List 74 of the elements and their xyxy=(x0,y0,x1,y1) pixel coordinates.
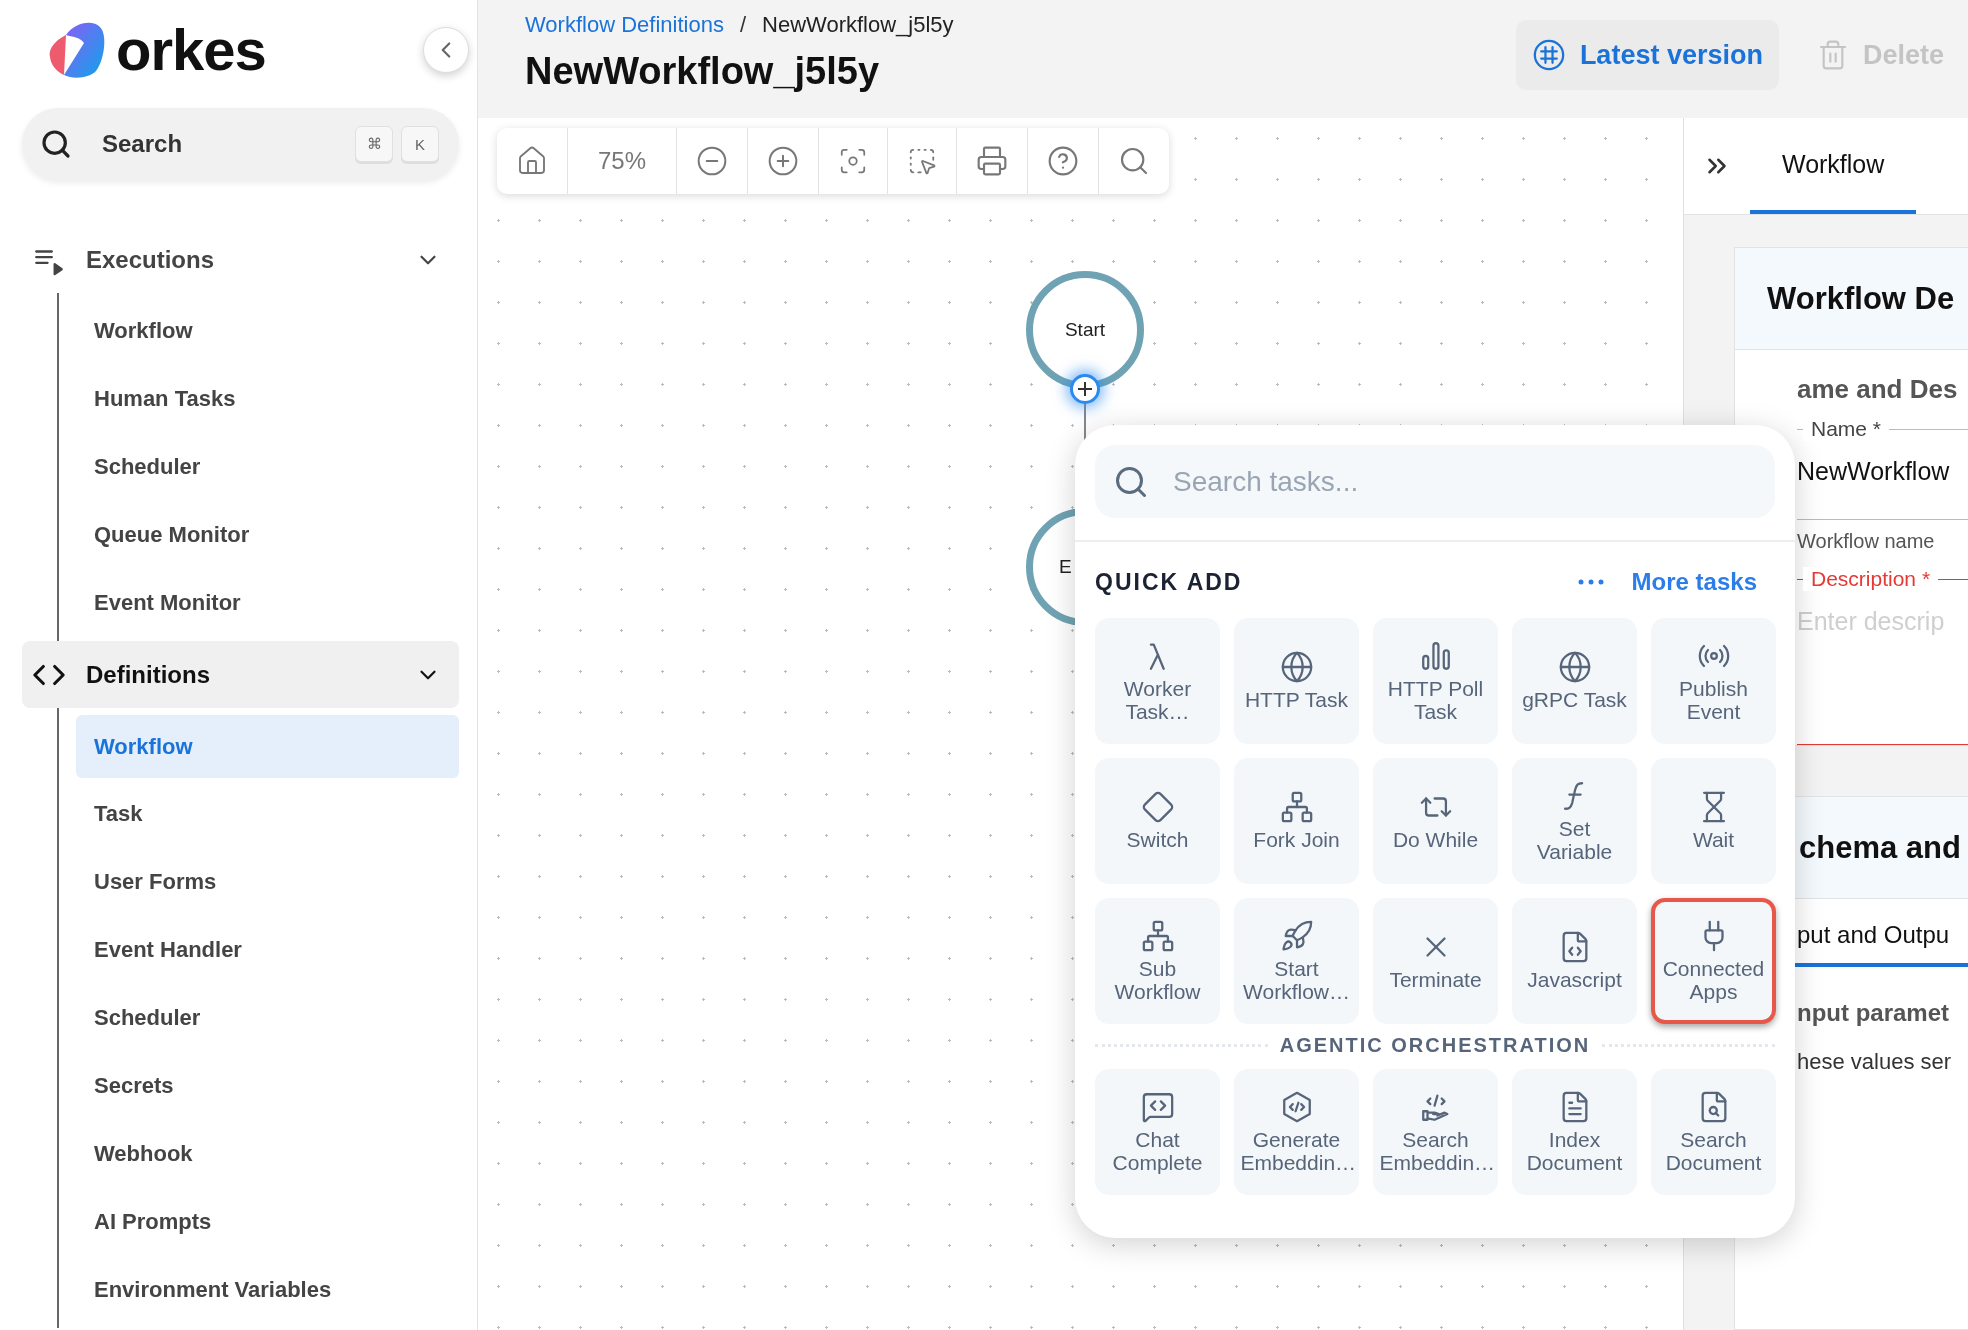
task-tile[interactable]: Connected Apps xyxy=(1651,898,1776,1024)
nav-item[interactable]: Workflow xyxy=(59,297,459,365)
nav-item[interactable]: Webhook xyxy=(59,1120,459,1188)
search-icon xyxy=(40,128,72,160)
more-icon xyxy=(1577,578,1604,586)
nav-item[interactable]: Task xyxy=(59,780,459,848)
nav-item[interactable]: Scheduler xyxy=(59,433,459,501)
zoom-in-icon xyxy=(767,145,800,177)
task-tile[interactable]: gRPC Task xyxy=(1512,618,1637,744)
section-title: ame and Des xyxy=(1797,374,1959,405)
task-tile[interactable]: Search Document xyxy=(1651,1069,1776,1195)
hierarchy-icon xyxy=(1140,918,1175,953)
task-tile[interactable]: Worker Task… xyxy=(1095,618,1220,744)
logo-text: orkes xyxy=(116,21,266,79)
more-tasks-link[interactable]: More tasks xyxy=(1631,568,1757,596)
globe-icon xyxy=(1279,650,1314,685)
task-tile[interactable]: Do While xyxy=(1373,758,1498,884)
task-tile[interactable]: Sub Workflow xyxy=(1095,898,1220,1024)
nav-item[interactable]: Event Monitor xyxy=(59,569,459,637)
breadcrumb-separator: / xyxy=(739,12,746,38)
task-tile[interactable]: Javascript xyxy=(1512,898,1637,1024)
card-heading: Workflow De xyxy=(1735,248,1968,350)
diamond-icon xyxy=(1140,790,1175,825)
task-tile[interactable]: Switch xyxy=(1095,758,1220,884)
section-title: QUICK ADD xyxy=(1095,568,1244,596)
start-node[interactable]: Start xyxy=(1026,271,1144,389)
task-search-bar[interactable]: Search tasks... xyxy=(1095,445,1775,518)
task-tile[interactable]: Set Variable xyxy=(1512,758,1637,884)
shortcut-key: ⌘ xyxy=(355,126,393,162)
rocket-icon xyxy=(1279,918,1314,953)
helper-text: Workflow name xyxy=(1797,530,1936,553)
nav-item[interactable]: AI Prompts xyxy=(59,1188,459,1256)
breadcrumb-link[interactable]: Workflow Definitions xyxy=(525,12,724,38)
search-input[interactable]: Search xyxy=(100,129,300,159)
page-title: NewWorkflow_j5l5y xyxy=(525,50,881,93)
task-tile[interactable]: Generate Embeddin… xyxy=(1234,1069,1359,1195)
nav-item[interactable]: Environment Variables xyxy=(59,1256,459,1324)
nav-item[interactable]: Event Handler xyxy=(59,916,459,984)
task-tile[interactable]: Terminate xyxy=(1373,898,1498,1024)
version-button[interactable]: Latest version xyxy=(1515,20,1779,90)
nav-item[interactable]: Queue Monitor xyxy=(59,501,459,569)
shortcut-key: K xyxy=(401,126,439,162)
printer-icon xyxy=(976,145,1009,177)
zoom-level[interactable]: 75% xyxy=(568,128,678,194)
nav-item[interactable]: Scheduler xyxy=(59,984,459,1052)
nav-item[interactable]: Secrets xyxy=(59,1052,459,1120)
breadcrumb-current: NewWorkflow_j5l5y xyxy=(762,12,954,38)
hash-circle-icon xyxy=(1531,38,1566,72)
task-tile[interactable]: HTTP Poll Task xyxy=(1373,618,1498,744)
nav-item[interactable]: User Forms xyxy=(59,848,459,916)
task-search-input[interactable]: Search tasks... xyxy=(1171,464,1731,499)
nav-section[interactable]: Definitions xyxy=(22,641,459,708)
hierarchy-icon xyxy=(1279,790,1314,825)
add-task-handle[interactable] xyxy=(1070,374,1100,404)
task-tile[interactable]: Search Embeddin… xyxy=(1373,1069,1498,1195)
task-tile[interactable]: Chat Complete xyxy=(1095,1069,1220,1195)
nav-item[interactable]: Workflow xyxy=(76,715,459,778)
task-tile[interactable]: Wait xyxy=(1651,758,1776,884)
task-tile[interactable]: Start Workflow… xyxy=(1234,898,1359,1024)
task-tile[interactable]: HTTP Task xyxy=(1234,618,1359,744)
task-tile[interactable]: Publish Event xyxy=(1651,618,1776,744)
name-input[interactable]: NewWorkflow xyxy=(1797,457,1968,486)
globe-icon xyxy=(1557,650,1592,685)
help-icon xyxy=(1047,145,1080,177)
task-tile[interactable]: Fork Join xyxy=(1234,758,1359,884)
section-title: AGENTIC ORCHESTRATION xyxy=(1279,1034,1591,1057)
selection-icon xyxy=(907,146,938,176)
description-text: hese values ser xyxy=(1796,1048,1953,1075)
home-icon xyxy=(516,145,548,177)
task-tile[interactable]: Index Document xyxy=(1512,1069,1637,1195)
zoom-out-icon xyxy=(696,145,729,177)
nav-item[interactable]: Human Tasks xyxy=(59,365,459,433)
search-bar[interactable]: Search ⌘ K xyxy=(22,108,459,180)
nav-section[interactable]: Executions xyxy=(22,226,459,293)
